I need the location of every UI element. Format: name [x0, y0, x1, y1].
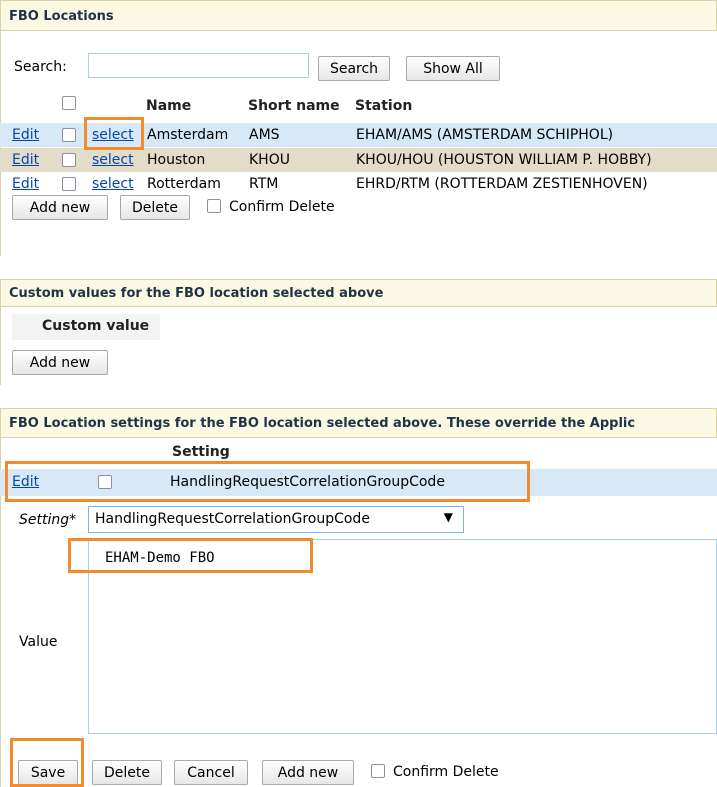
- row-station: KHOU/HOU (HOUSTON WILLIAM P. HOBBY): [356, 152, 652, 168]
- column-setting: Setting: [172, 444, 230, 460]
- row-setting: HandlingRequestCorrelationGroupCode: [170, 474, 445, 490]
- table-row[interactable]: Edit select Amsterdam AMS EHAM/AMS (AMST…: [0, 123, 717, 147]
- add-new-button[interactable]: Add new: [12, 195, 108, 220]
- table-row[interactable]: Edit select Rotterdam RTM EHRD/RTM (ROTT…: [0, 172, 717, 196]
- column-station: Station: [355, 98, 413, 114]
- select-link[interactable]: select: [92, 123, 134, 147]
- save-button[interactable]: Save: [18, 760, 78, 785]
- row-station: EHRD/RTM (ROTTERDAM ZESTIENHOVEN): [356, 176, 648, 192]
- row-short-name: AMS: [249, 127, 280, 143]
- confirm-delete-label: Confirm Delete: [229, 199, 335, 215]
- column-custom-value: Custom value: [42, 318, 150, 334]
- confirm-delete-setting-checkbox[interactable]: [371, 764, 385, 778]
- add-new-custom-value-button[interactable]: Add new: [12, 350, 108, 375]
- custom-values-header: Custom values for the FBO location selec…: [0, 279, 717, 307]
- fbo-locations-title: FBO Locations: [9, 9, 114, 24]
- row-checkbox[interactable]: [62, 128, 76, 142]
- row-checkbox[interactable]: [98, 475, 112, 489]
- setting-select-value: HandlingRequestCorrelationGroupCode: [95, 511, 370, 527]
- row-name: Amsterdam: [147, 127, 229, 143]
- delete-button[interactable]: Delete: [120, 195, 190, 220]
- column-name: Name: [146, 98, 192, 114]
- select-link[interactable]: select: [92, 172, 134, 196]
- table-row[interactable]: Edit HandlingRequestCorrelationGroupCode: [0, 469, 717, 496]
- value-text: EHAM-Demo FBO: [105, 550, 215, 566]
- search-input[interactable]: [88, 53, 309, 78]
- row-short-name: KHOU: [249, 152, 290, 168]
- show-all-button[interactable]: Show All: [406, 56, 500, 81]
- row-short-name: RTM: [249, 176, 279, 192]
- edit-link[interactable]: Edit: [12, 172, 39, 196]
- delete-setting-button[interactable]: Delete: [92, 760, 162, 785]
- chevron-down-icon: ▼: [443, 510, 453, 524]
- select-link[interactable]: select: [92, 148, 134, 172]
- fbo-locations-header: FBO Locations: [0, 0, 717, 31]
- row-name: Houston: [147, 152, 206, 168]
- select-all-checkbox[interactable]: [62, 96, 76, 110]
- value-textarea[interactable]: EHAM-Demo FBO: [88, 539, 717, 734]
- edit-link[interactable]: Edit: [12, 148, 39, 172]
- add-new-setting-button[interactable]: Add new: [262, 760, 354, 785]
- row-checkbox[interactable]: [62, 177, 76, 191]
- custom-values-title: Custom values for the FBO location selec…: [9, 286, 384, 301]
- search-button[interactable]: Search: [318, 56, 390, 81]
- row-name: Rotterdam: [147, 176, 221, 192]
- setting-field-label: Setting*: [19, 512, 77, 528]
- edit-link[interactable]: Edit: [12, 469, 39, 496]
- confirm-delete-checkbox[interactable]: [207, 199, 221, 213]
- row-checkbox[interactable]: [62, 153, 76, 167]
- table-row[interactable]: Edit select Houston KHOU KHOU/HOU (HOUST…: [0, 148, 717, 172]
- settings-title: FBO Location settings for the FBO locati…: [9, 416, 636, 431]
- settings-header: FBO Location settings for the FBO locati…: [0, 408, 717, 438]
- search-label: Search:: [14, 59, 67, 75]
- value-field-label: Value: [19, 634, 58, 650]
- confirm-delete-setting-label: Confirm Delete: [393, 764, 499, 780]
- column-short-name: Short name: [248, 98, 340, 114]
- edit-link[interactable]: Edit: [12, 123, 39, 147]
- cancel-button[interactable]: Cancel: [174, 760, 248, 785]
- row-station: EHAM/AMS (AMSTERDAM SCHIPHOL): [356, 127, 614, 143]
- setting-select[interactable]: HandlingRequestCorrelationGroupCode ▼: [88, 506, 464, 533]
